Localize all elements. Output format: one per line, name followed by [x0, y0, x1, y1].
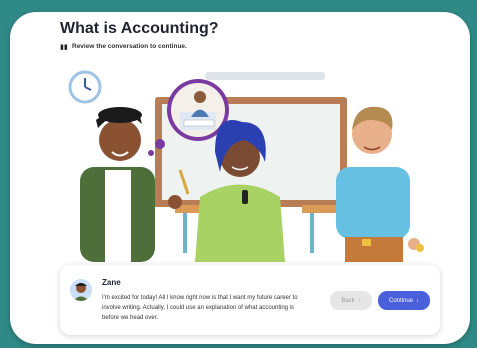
wall-shelf	[205, 72, 325, 80]
avatar	[70, 279, 92, 301]
app-frame: What is Accounting? ▮▮ Review the conver…	[10, 12, 470, 344]
continue-button[interactable]: Continue ↓	[378, 291, 430, 310]
clock-icon	[68, 70, 102, 104]
continue-label: Continue	[388, 297, 414, 304]
back-button[interactable]: Back ↑	[330, 291, 372, 310]
dialog-message: I'm excited for today! All I know right …	[102, 295, 298, 321]
zane-avatar-icon	[73, 283, 89, 301]
teacher-character	[336, 106, 424, 262]
dialog-card: Zane I'm excited for today! All I know r…	[60, 265, 440, 335]
back-label: Back	[341, 297, 355, 304]
arrow-up-icon: ↑	[357, 297, 361, 304]
speaker-name: Zane	[102, 278, 121, 287]
arrow-down-icon: ↓	[416, 297, 420, 304]
